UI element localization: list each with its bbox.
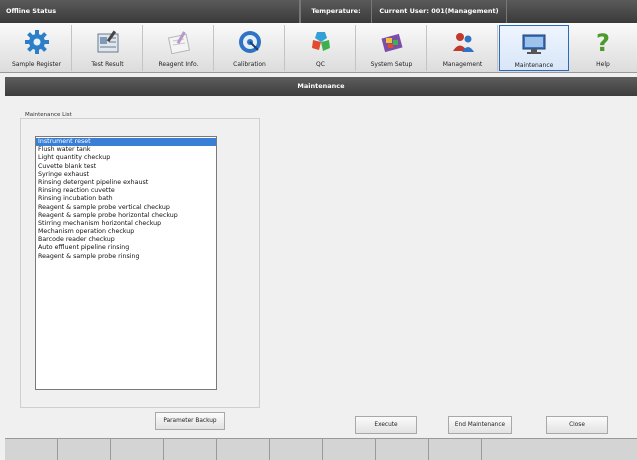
toolbar-sample-register[interactable]: Sample Register: [2, 25, 72, 71]
list-item[interactable]: Reagent & sample probe vertical checkup: [36, 204, 216, 212]
bottom-segment: [111, 439, 164, 460]
toolbar-label: Reagent Info.: [158, 61, 199, 68]
list-item[interactable]: Auto effluent pipeline rinsing: [36, 244, 216, 252]
current-user: Current User: 001(Management): [372, 0, 507, 23]
calibration-icon: [238, 31, 261, 53]
toolbar-label: Calibration: [233, 61, 266, 68]
end-maintenance-button[interactable]: End Maintenance: [448, 416, 512, 434]
toolbar-help[interactable]: ? Help: [570, 25, 636, 71]
parameter-backup-button[interactable]: Parameter Backup: [155, 412, 225, 430]
help-icon: ?: [596, 29, 610, 56]
toolbar-management[interactable]: Management: [428, 25, 498, 71]
toolbar-calibration[interactable]: Calibration: [215, 25, 285, 71]
page-title: Maintenance: [5, 77, 637, 96]
toolbar-reagent-info[interactable]: Reagent Info.: [144, 25, 214, 71]
toolbar-label: Test Result: [91, 61, 124, 68]
list-item[interactable]: Cuvette blank test: [36, 163, 216, 171]
bottom-segment: [58, 439, 111, 460]
toolbar-label: System Setup: [370, 61, 413, 68]
toolbar-maintenance[interactable]: Maintenance: [499, 25, 569, 71]
list-item[interactable]: Rinsing reaction cuvette: [36, 187, 216, 195]
list-item[interactable]: Barcode reader checkup: [36, 236, 216, 244]
toolbar-label: Sample Register: [11, 61, 62, 68]
temperature-label: Temperature:: [300, 0, 372, 23]
bottom-status-strip: [5, 438, 637, 460]
gear-icon: [24, 30, 49, 54]
toolbar-label: QC: [316, 61, 325, 68]
list-item[interactable]: Flush water tank: [36, 146, 216, 154]
bottom-segment: [270, 439, 323, 460]
system-setup-icon: [380, 33, 403, 53]
toolbar-label: Help: [596, 61, 610, 68]
list-item[interactable]: Syringe exhaust: [36, 171, 216, 179]
main-toolbar: Sample Register Test Result Reagent Info…: [0, 23, 637, 73]
status-bar: Offline Status Temperature: Current User…: [0, 0, 637, 23]
qc-icon: [311, 32, 330, 51]
reagent-icon: [167, 31, 190, 55]
maintenance-list-label: Maintenance List: [23, 112, 74, 118]
list-item[interactable]: Reagent & sample probe horizontal checku…: [36, 212, 216, 220]
bottom-segment: [376, 439, 429, 460]
bottom-segment: [323, 439, 376, 460]
bottom-segment: [429, 439, 482, 460]
toolbar-test-result[interactable]: Test Result: [73, 25, 143, 71]
toolbar-qc[interactable]: QC: [286, 25, 356, 71]
maintenance-panel: Maintenance List Instrument reset Flush w…: [5, 96, 637, 438]
list-item[interactable]: Rinsing incubation bath: [36, 195, 216, 203]
bottom-segment: [164, 439, 217, 460]
close-button[interactable]: Close: [546, 416, 608, 434]
list-item[interactable]: Mechanism operation checkup: [36, 228, 216, 236]
toolbar-label: Maintenance: [514, 62, 554, 69]
offline-status: Offline Status: [0, 0, 300, 23]
test-result-icon: [97, 30, 118, 53]
list-item[interactable]: Reagent & sample probe rinsing: [36, 253, 216, 261]
bottom-segment: [5, 439, 58, 460]
maintenance-icon: [522, 34, 546, 54]
status-blank: [507, 0, 637, 23]
bottom-segment: [217, 439, 270, 460]
list-item[interactable]: Rinsing detergent pipeline exhaust: [36, 179, 216, 187]
list-item[interactable]: Light quantity checkup: [36, 154, 216, 162]
toolbar-label: Management: [442, 61, 483, 68]
list-item[interactable]: Instrument reset: [36, 138, 216, 147]
toolbar-system-setup[interactable]: System Setup: [357, 25, 427, 71]
list-item[interactable]: Stirring mechanism horizontal checkup: [36, 220, 216, 228]
execute-button[interactable]: Execute: [355, 416, 417, 434]
svg-text:?: ?: [596, 29, 610, 56]
maintenance-listbox[interactable]: Instrument reset Flush water tank Light qu…: [35, 136, 217, 390]
management-icon: [452, 33, 474, 52]
